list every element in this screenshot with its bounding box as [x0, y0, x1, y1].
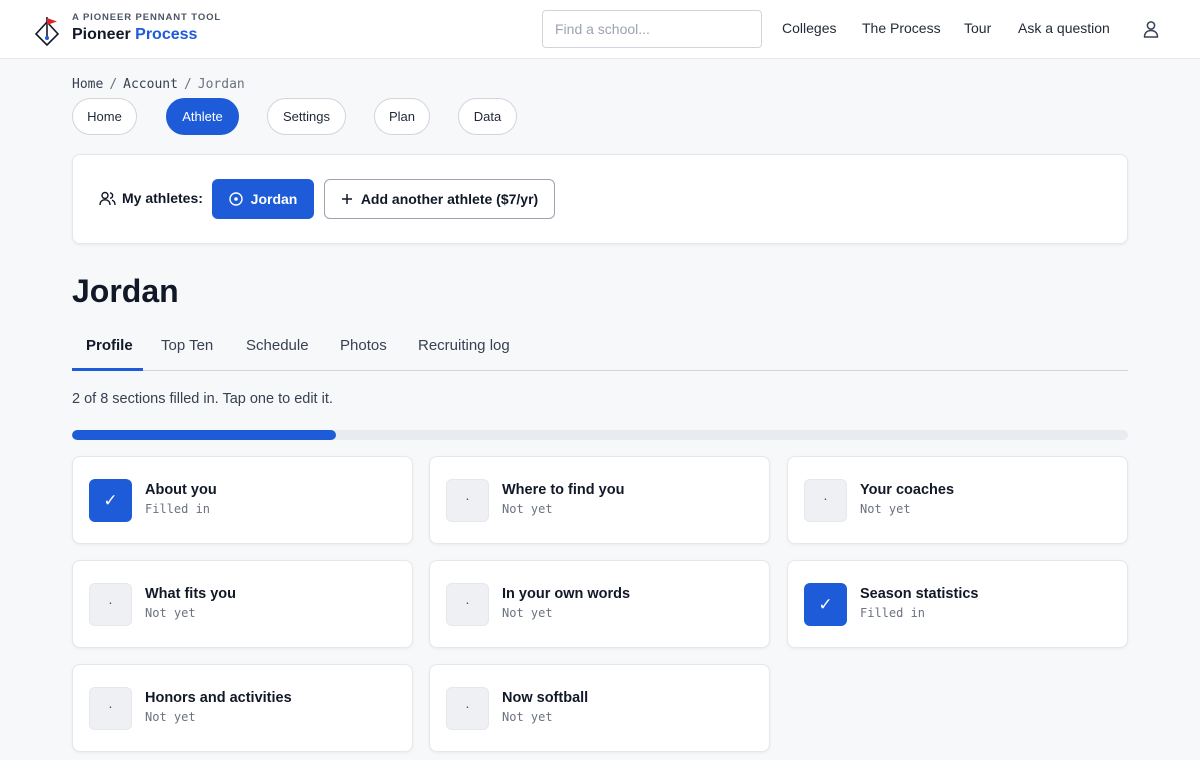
section-status: Not yet	[502, 710, 553, 724]
add-athlete-button[interactable]: Add another athlete ($7/yr)	[324, 179, 555, 219]
section-status: Not yet	[502, 502, 553, 516]
section-title: What fits you	[145, 586, 237, 602]
athlete-chip-label: Jordan	[250, 191, 298, 207]
plus-icon	[341, 194, 352, 204]
brand-tagline: A PIONEER PENNANT TOOL	[72, 12, 222, 23]
add-athlete-label: Add another athlete ($7/yr)	[360, 191, 539, 207]
active-tab-indicator	[72, 368, 143, 371]
section-status: Not yet	[502, 606, 553, 620]
section-title: Season statistics	[860, 586, 979, 602]
breadcrumb: Home / Account / Jordan	[72, 77, 245, 92]
profile-section-card[interactable]: ✓ About you Filled in	[72, 456, 413, 544]
section-title: Now softball	[502, 690, 589, 706]
tab-profile[interactable]: Profile	[86, 337, 133, 354]
user-icon[interactable]	[1141, 19, 1161, 39]
section-status: Not yet	[145, 710, 196, 724]
section-title: Where to find you	[502, 482, 625, 498]
check-icon: ✓	[804, 583, 847, 626]
page-title: Jordan	[72, 273, 179, 309]
brand-name-part2: Process	[135, 26, 198, 43]
progress-bar-fill	[72, 430, 336, 440]
breadcrumb-separator: /	[109, 77, 118, 92]
section-title: Your coaches	[860, 482, 955, 498]
pending-dot-icon: ·	[446, 583, 489, 626]
pending-dot-icon: ·	[446, 687, 489, 730]
tab-top-ten[interactable]: Top Ten	[161, 337, 213, 354]
tab-photos[interactable]: Photos	[340, 337, 387, 354]
pill-tab-plan[interactable]: Plan	[374, 98, 430, 135]
breadcrumb-account[interactable]: Account	[123, 77, 178, 92]
pending-dot-icon: ·	[89, 583, 132, 626]
section-title: Honors and activities	[145, 690, 292, 706]
brand-name-part1: Pioneer	[72, 26, 131, 43]
profile-subtabs: Profile Top Ten Schedule Photos Recruiti…	[72, 324, 1128, 371]
profile-section-card[interactable]: · What fits you Not yet	[72, 560, 413, 648]
profile-section-card[interactable]: · Where to find you Not yet	[429, 456, 770, 544]
radio-selected-icon	[228, 192, 243, 206]
pending-dot-icon: ·	[804, 479, 847, 522]
top-navigation-bar: A PIONEER PENNANT TOOL Pioneer Process C…	[0, 0, 1200, 59]
profile-section-card[interactable]: · Honors and activities Not yet	[72, 664, 413, 752]
section-status: Not yet	[145, 606, 196, 620]
pennant-compass-icon[interactable]	[34, 16, 60, 46]
tab-recruiting-log[interactable]: Recruiting log	[418, 337, 510, 354]
nav-process-link[interactable]: The Process	[862, 20, 941, 36]
nav-tour-link[interactable]: Tour	[964, 20, 991, 36]
pending-dot-icon: ·	[446, 479, 489, 522]
nav-colleges-link[interactable]: Colleges	[782, 20, 836, 36]
pill-tab-athlete[interactable]: Athlete	[166, 98, 239, 135]
breadcrumb-current: Jordan	[197, 77, 245, 92]
my-athletes-label-row: My athletes:	[99, 190, 203, 206]
section-status: Filled in	[145, 502, 211, 516]
breadcrumb-separator: /	[183, 77, 192, 92]
pill-tab-data[interactable]: Data	[458, 98, 517, 135]
section-title: About you	[145, 482, 217, 498]
my-athletes-label: My athletes:	[122, 190, 203, 206]
progress-bar	[72, 430, 1128, 440]
pill-tab-home[interactable]: Home	[72, 98, 137, 135]
pill-tab-settings[interactable]: Settings	[267, 98, 346, 135]
section-title: In your own words	[502, 586, 631, 602]
nav-ask-question-link[interactable]: Ask a question	[1018, 20, 1110, 36]
profile-section-card[interactable]: · Now softball Not yet	[429, 664, 770, 752]
my-athletes-card: My athletes: Jordan Add another athlete …	[72, 154, 1128, 244]
profile-section-card[interactable]: · In your own words Not yet	[429, 560, 770, 648]
progress-text: 2 of 8 sections filled in. Tap one to ed…	[72, 391, 333, 407]
profile-section-card[interactable]: ✓ Season statistics Filled in	[787, 560, 1128, 648]
school-search-input[interactable]	[542, 10, 762, 48]
users-icon	[99, 191, 116, 205]
profile-section-card[interactable]: · Your coaches Not yet	[787, 456, 1128, 544]
athlete-chip-current[interactable]: Jordan	[212, 179, 314, 219]
tab-schedule[interactable]: Schedule	[246, 337, 309, 354]
pending-dot-icon: ·	[89, 687, 132, 730]
brand-name[interactable]: Pioneer Process	[72, 26, 197, 44]
section-status: Filled in	[860, 606, 926, 620]
breadcrumb-home[interactable]: Home	[72, 77, 103, 92]
check-icon: ✓	[89, 479, 132, 522]
section-status: Not yet	[860, 502, 911, 516]
